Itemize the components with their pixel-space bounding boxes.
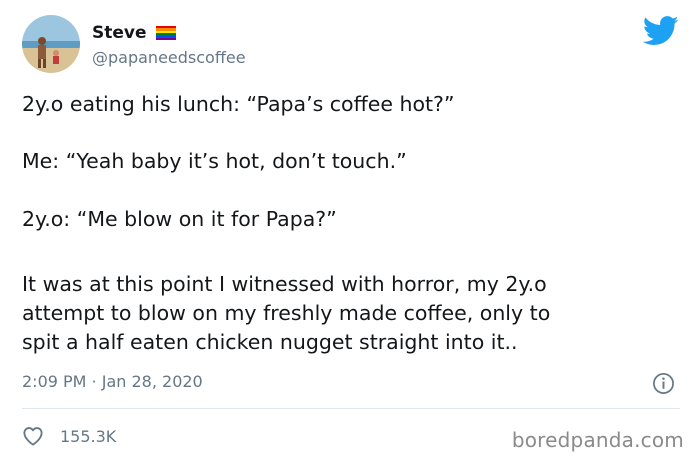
like-action[interactable]: 155.3K bbox=[22, 426, 116, 446]
flag-stripe bbox=[155, 37, 176, 40]
tweet-text-paragraph: It was at this point I witnessed with ho… bbox=[22, 270, 682, 357]
tweet-timestamp[interactable]: 2:09 PM · Jan 28, 2020 bbox=[22, 372, 203, 391]
like-count: 155.3K bbox=[60, 426, 117, 446]
tweet-card: Steve @papaneedscoffee 2y.o eating his l… bbox=[0, 0, 700, 463]
info-icon[interactable] bbox=[652, 372, 675, 395]
tweet-text-line-6: spit a half eaten chicken nugget straigh… bbox=[22, 330, 518, 354]
author-handle[interactable]: @papaneedscoffee bbox=[92, 48, 246, 67]
tweet-text-line-1: 2y.o eating his lunch: “Papa’s coffee ho… bbox=[22, 92, 455, 116]
tweet-text-line-2: Me: “Yeah baby it’s hot, don’t touch.” bbox=[22, 149, 407, 173]
rainbow-flag-icon bbox=[155, 26, 176, 40]
tweet-text-line-4: It was at this point I witnessed with ho… bbox=[22, 272, 547, 296]
tweet-text-line-3: 2y.o: “Me blow on it for Papa?” bbox=[22, 207, 337, 231]
author-name-row: Steve bbox=[92, 22, 176, 44]
heart-icon[interactable] bbox=[22, 426, 44, 446]
tweet-text-line-5: attempt to blow on my freshly made coffe… bbox=[22, 301, 551, 325]
watermark: boredpanda.com bbox=[511, 428, 684, 452]
divider bbox=[22, 408, 680, 409]
display-name[interactable]: Steve bbox=[92, 23, 147, 43]
avatar[interactable] bbox=[22, 15, 80, 73]
twitter-bird-icon[interactable] bbox=[642, 16, 679, 46]
